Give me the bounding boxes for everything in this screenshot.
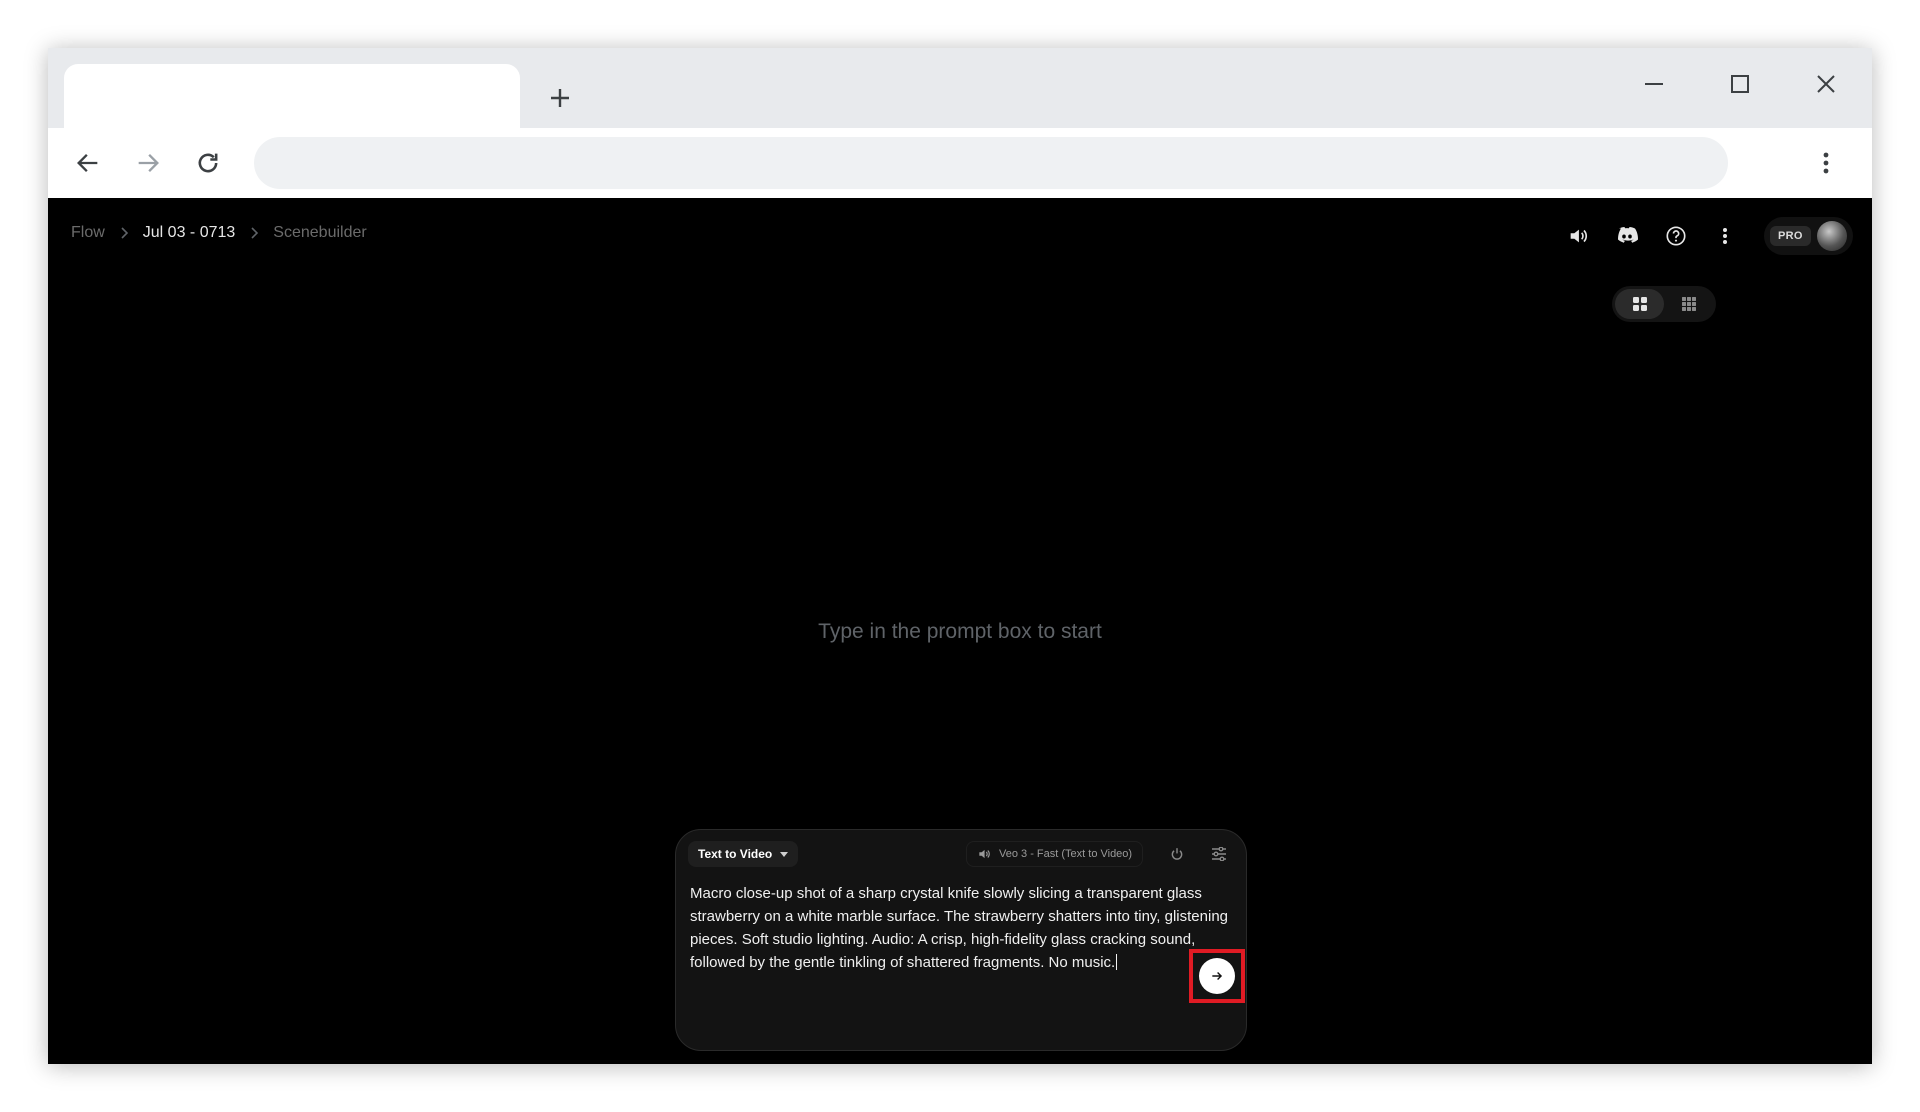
breadcrumb-scenebuilder[interactable]: Scenebuilder [273, 224, 366, 242]
chevron-right-icon [249, 227, 259, 239]
address-bar[interactable] [254, 137, 1728, 189]
more-vert-icon [1823, 152, 1829, 174]
discord-button[interactable] [1607, 216, 1647, 256]
arrow-right-icon [1212, 972, 1223, 980]
power-icon [1171, 848, 1183, 860]
flow-app: Flow Jul 03 - 0713 Scenebuilder PRO Type… [48, 198, 1872, 1064]
new-tab-button[interactable] [538, 76, 582, 120]
account-chip[interactable]: PRO [1764, 217, 1853, 255]
volume-icon [1570, 229, 1588, 243]
prompt-text: Macro close-up shot of a sharp crystal k… [690, 885, 1229, 971]
maximize-icon [1731, 75, 1749, 93]
arrow-left-icon [77, 154, 98, 172]
prompt-box: Text to Video Veo 3 - Fast (Text to Vide… [675, 829, 1247, 1051]
caret-down-icon [780, 851, 789, 857]
maximize-button[interactable] [1714, 62, 1766, 106]
help-button[interactable] [1656, 216, 1696, 256]
grid-large-icon [1632, 297, 1647, 311]
view-toggle [1612, 286, 1716, 322]
arrow-right-icon [138, 154, 159, 172]
volume-button[interactable] [1558, 216, 1598, 256]
forward-button[interactable] [126, 141, 170, 185]
browser-menu-button[interactable] [1804, 141, 1848, 185]
more-options-button[interactable] [1705, 216, 1745, 256]
mode-dropdown[interactable]: Text to Video [688, 841, 799, 867]
model-selector[interactable]: Veo 3 - Fast (Text to Video) [966, 841, 1144, 867]
close-window-button[interactable] [1800, 62, 1852, 106]
breadcrumb: Flow Jul 03 - 0713 Scenebuilder [71, 224, 367, 242]
pro-badge: PRO [1770, 226, 1811, 246]
chevron-right-icon [119, 227, 129, 239]
empty-state-hint: Type in the prompt box to start [818, 620, 1102, 643]
close-icon [1817, 75, 1835, 93]
reload-icon [198, 153, 218, 173]
breadcrumb-project[interactable]: Jul 03 - 0713 [143, 224, 236, 242]
tab-strip [48, 48, 1872, 128]
browser-toolbar [48, 128, 1872, 198]
model-label: Veo 3 - Fast (Text to Video) [999, 848, 1133, 860]
browser-window: Flow Jul 03 - 0713 Scenebuilder PRO Type… [48, 48, 1872, 1064]
reset-button[interactable] [1164, 841, 1190, 867]
prompt-input[interactable]: Macro close-up shot of a sharp crystal k… [690, 882, 1234, 974]
volume-icon [979, 849, 990, 859]
browser-tab[interactable] [64, 64, 520, 128]
breadcrumb-flow[interactable]: Flow [71, 224, 105, 242]
mode-label: Text to Video [698, 847, 773, 861]
avatar[interactable] [1816, 221, 1847, 251]
tune-icon [1212, 847, 1226, 861]
send-button[interactable] [1199, 958, 1235, 994]
minimize-icon [1645, 83, 1663, 85]
grid-small-icon [1681, 297, 1696, 311]
more-vert-icon [1723, 228, 1727, 244]
text-caret [1116, 954, 1118, 970]
top-right-actions: PRO [1558, 216, 1853, 256]
settings-button[interactable] [1206, 841, 1232, 867]
help-icon [1666, 226, 1686, 246]
grid-large-view-button[interactable] [1615, 289, 1664, 319]
minimize-button[interactable] [1628, 62, 1680, 106]
back-button[interactable] [66, 141, 110, 185]
grid-small-view-button[interactable] [1664, 289, 1713, 319]
plus-icon [551, 89, 569, 107]
reload-button[interactable] [186, 141, 230, 185]
discord-icon [1618, 227, 1638, 243]
